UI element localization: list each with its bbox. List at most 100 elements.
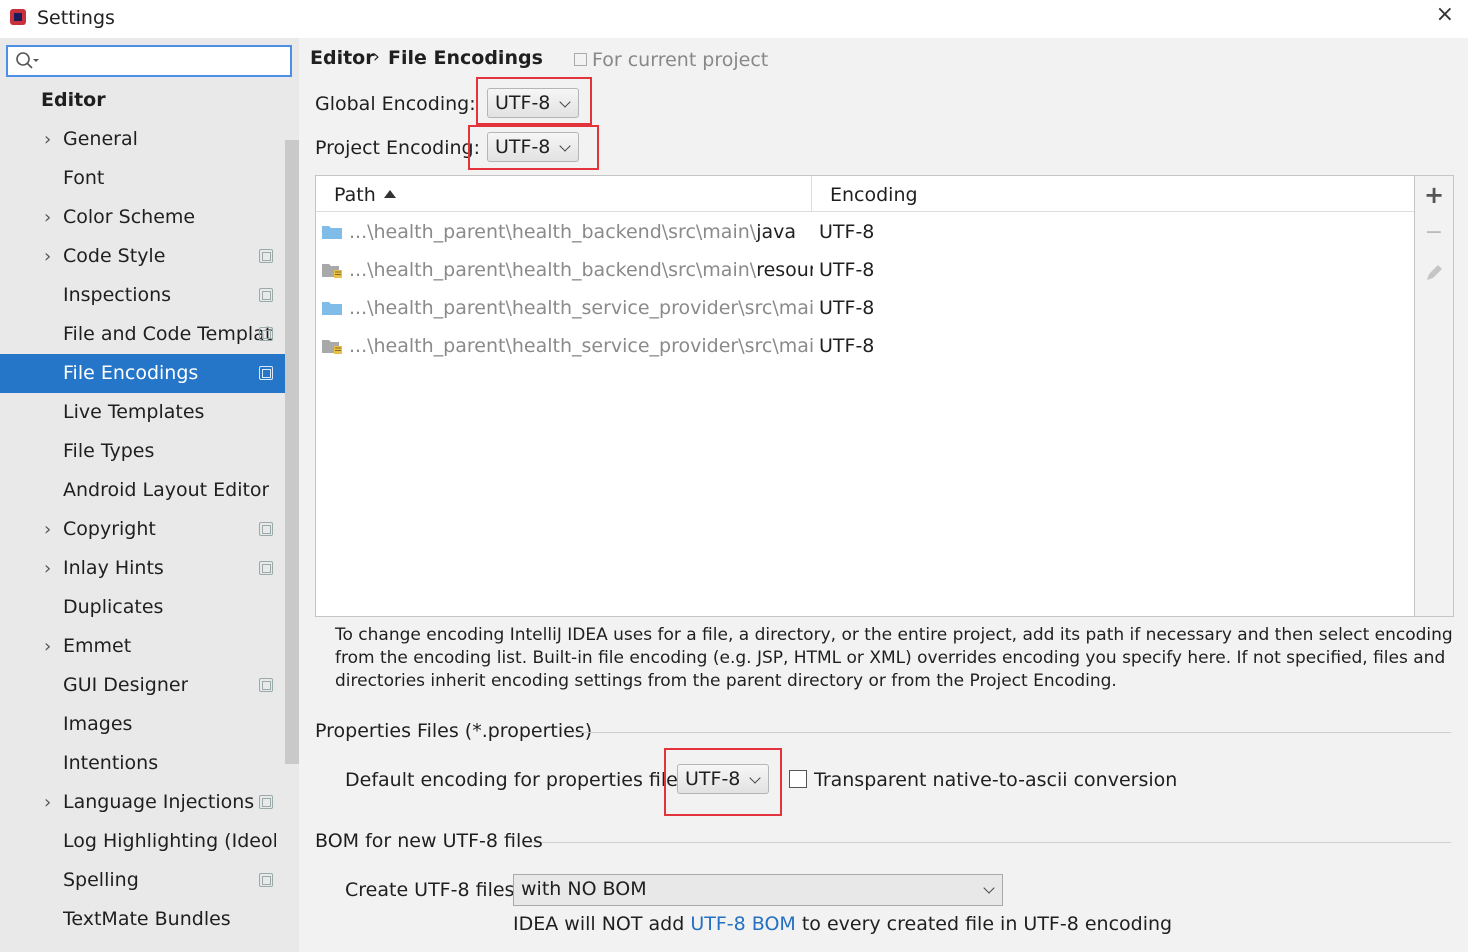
table-row[interactable]: ...\health_parent\health_service_provide… — [316, 290, 1414, 328]
bom-note: IDEA will NOT add UTF-8 BOM to every cre… — [513, 913, 1172, 935]
sidebar-item[interactable]: Intentions — [0, 744, 299, 783]
chevron-right-icon[interactable]: › — [44, 237, 51, 276]
encoding-cell[interactable]: UTF-8 — [819, 259, 874, 281]
sidebar-item-label: General — [63, 128, 138, 150]
section-divider — [529, 842, 1451, 843]
settings-search-box[interactable] — [6, 45, 292, 77]
sidebar-scrollbar[interactable] — [285, 140, 299, 764]
native-to-ascii-label[interactable]: Transparent native-to-ascii conversion — [814, 769, 1177, 791]
sidebar-item[interactable]: › Code Style — [0, 237, 299, 276]
chevron-right-icon[interactable]: › — [44, 120, 51, 159]
window-title: Settings — [37, 7, 115, 29]
sidebar-item[interactable]: Images — [0, 705, 299, 744]
bom-section-title: BOM for new UTF-8 files — [315, 830, 543, 852]
global-encoding-label: Global Encoding: — [315, 93, 476, 115]
sidebar-item-label: Font — [63, 167, 105, 189]
path-tail: java — [756, 221, 796, 243]
column-header-path[interactable]: Path — [334, 184, 376, 206]
chevron-right-icon[interactable]: › — [44, 510, 51, 549]
settings-nav-tree: › General Font › Color Scheme › Code Style Insp… — [0, 120, 299, 939]
default-properties-encoding-label: Default encoding for properties files: — [345, 769, 695, 791]
sidebar-item[interactable]: Font — [0, 159, 299, 198]
path-tail: resources — [756, 259, 813, 281]
sidebar-item[interactable]: › Copyright — [0, 510, 299, 549]
project-scope-icon — [259, 678, 273, 692]
resources-folder-icon — [322, 340, 342, 354]
highlight-box-global — [476, 77, 592, 125]
bom-option-value: with NO BOM — [521, 878, 647, 900]
chevron-right-icon[interactable]: › — [44, 549, 51, 588]
source-folder-icon — [322, 302, 342, 315]
path-cell: ...\health_parent\health_service_provide… — [349, 335, 813, 357]
sidebar-item[interactable]: Android Layout Editor — [0, 471, 299, 510]
chevron-down-icon — [983, 882, 995, 894]
sidebar-item[interactable]: › Language Injections — [0, 783, 299, 822]
breadcrumb-separator-icon: › — [373, 47, 380, 67]
sidebar-item-label: Copyright — [63, 518, 156, 540]
bom-option-select[interactable]: with NO BOM — [513, 874, 1003, 906]
sidebar-item[interactable]: File Types — [0, 432, 299, 471]
path-prefix: ...\health_parent\health_backend\src\mai… — [349, 259, 757, 281]
project-scope-icon — [574, 53, 587, 66]
encoding-cell[interactable]: UTF-8 — [819, 297, 874, 319]
sidebar-item[interactable]: Live Templates — [0, 393, 299, 432]
project-scope-icon — [259, 873, 273, 887]
intellij-app-icon — [10, 9, 26, 25]
chevron-right-icon[interactable]: › — [44, 627, 51, 666]
sidebar-item-label: Live Templates — [63, 401, 205, 423]
project-scope-icon — [259, 561, 273, 575]
project-scope-icon — [259, 249, 273, 263]
path-cell: ...\health_parent\health_backend\src\mai… — [349, 259, 813, 281]
sidebar-item[interactable]: Duplicates — [0, 588, 299, 627]
settings-search-input[interactable] — [42, 48, 286, 74]
table-row[interactable]: ...\health_parent\health_backend\src\mai… — [316, 252, 1414, 290]
table-header: Path Encoding — [316, 176, 1414, 212]
sidebar-item[interactable]: › Color Scheme — [0, 198, 299, 237]
sidebar-item[interactable]: File and Code Templat — [0, 315, 299, 354]
project-scope-icon — [259, 522, 273, 536]
sidebar-item-label: Spelling — [63, 869, 139, 891]
column-divider[interactable] — [811, 176, 812, 212]
encoding-cell[interactable]: UTF-8 — [819, 221, 874, 243]
help-text: To change encoding IntelliJ IDEA uses fo… — [335, 625, 1453, 691]
sidebar-item[interactable]: › Emmet — [0, 627, 299, 666]
remove-path-button[interactable]: − — [1423, 222, 1445, 244]
project-scope-icon — [259, 327, 273, 341]
sidebar-item-label: GUI Designer — [63, 674, 189, 696]
sidebar-section-header[interactable]: Editor — [41, 89, 106, 111]
project-scope-icon — [259, 795, 273, 809]
encoding-cell[interactable]: UTF-8 — [819, 335, 874, 357]
sidebar-item[interactable]: TextMate Bundles — [0, 900, 299, 939]
close-button[interactable]: × — [1436, 2, 1454, 27]
sort-ascending-icon — [384, 190, 396, 198]
add-path-button[interactable]: + — [1423, 183, 1445, 207]
sidebar-item[interactable]: › General — [0, 120, 299, 159]
table-row[interactable]: ...\health_parent\health_service_provide… — [316, 328, 1414, 366]
sidebar-item[interactable]: Spelling — [0, 861, 299, 900]
source-folder-icon — [322, 226, 342, 239]
path-prefix: ...\health_parent\health_backend\src\mai… — [349, 221, 757, 243]
table-row[interactable]: ...\health_parent\health_backend\src\mai… — [316, 214, 1414, 252]
project-encoding-label: Project Encoding: — [315, 137, 481, 159]
native-to-ascii-checkbox[interactable] — [789, 770, 807, 788]
title-bar: Settings × — [0, 0, 1468, 38]
sidebar-item[interactable]: Log Highlighting (Ideolo — [0, 822, 299, 861]
chevron-right-icon[interactable]: › — [44, 198, 51, 237]
edit-pencil-icon[interactable] — [1423, 262, 1445, 284]
breadcrumb-parent[interactable]: Editor — [310, 47, 375, 69]
sidebar-item-label: Color Scheme — [63, 206, 196, 228]
path-encoding-table: Path Encoding ...\health_parent\health_b… — [315, 175, 1415, 617]
search-icon[interactable] — [14, 50, 40, 72]
path-prefix: ...\health_parent\health_service_provide… — [349, 335, 813, 357]
sidebar-item[interactable]: GUI Designer — [0, 666, 299, 705]
column-header-encoding[interactable]: Encoding — [830, 184, 918, 206]
sidebar-item-label: Android Layout Editor — [63, 479, 270, 501]
sidebar-item-label: File Types — [63, 440, 155, 462]
section-divider — [570, 732, 1451, 733]
chevron-right-icon[interactable]: › — [44, 783, 51, 822]
sidebar-item[interactable]: Inspections — [0, 276, 299, 315]
sidebar-item[interactable]: File Encodings — [0, 354, 299, 393]
utf8-bom-link[interactable]: UTF-8 BOM — [690, 913, 795, 935]
sidebar-item-label: Images — [63, 713, 133, 735]
sidebar-item[interactable]: › Inlay Hints — [0, 549, 299, 588]
